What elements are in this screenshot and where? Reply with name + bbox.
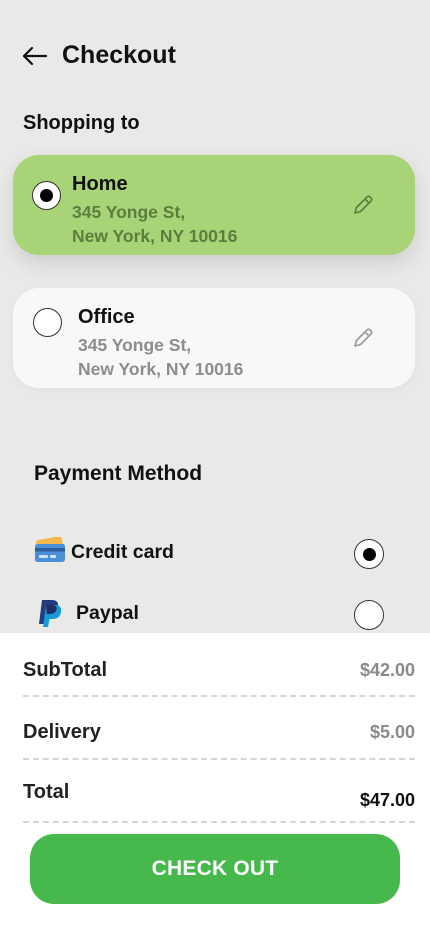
payment-option-credit-card[interactable]: Credit card: [34, 533, 384, 573]
address-name: Home: [72, 173, 128, 195]
address-card-office[interactable]: Office 345 Yonge St, New York, NY 10016: [13, 288, 415, 388]
address-line-1: 345 Yonge St,: [72, 202, 186, 222]
page-title: Checkout: [62, 41, 176, 69]
address-card-home[interactable]: Home 345 Yonge St, New York, NY 10016: [13, 155, 415, 255]
credit-card-icon: [34, 536, 68, 565]
total-value: $47.00: [359, 790, 415, 810]
address-name: Office: [78, 306, 135, 328]
pencil-icon[interactable]: [350, 192, 376, 218]
payment-section-title: Payment Method: [34, 462, 203, 485]
subtotal-value: $42.00: [359, 660, 415, 680]
address-radio-selected[interactable]: [32, 181, 61, 210]
delivery-label: Delivery: [23, 721, 101, 743]
payment-option-paypal[interactable]: Paypal: [34, 594, 384, 634]
delivery-value: $5.00: [369, 722, 415, 742]
arrow-left-icon: [22, 46, 48, 66]
back-button[interactable]: [20, 42, 52, 70]
total-label: Total: [23, 781, 70, 803]
address-line-1: 345 Yonge St,: [78, 335, 192, 355]
address-line-2: New York, NY 10016: [78, 359, 244, 379]
subtotal-row: SubTotal $42.00: [23, 633, 415, 697]
payment-label: Paypal: [76, 602, 139, 624]
total-row: Total $47.00: [23, 759, 415, 823]
payment-label: Credit card: [71, 541, 174, 563]
pencil-icon[interactable]: [350, 325, 376, 351]
checkout-button[interactable]: CHECK OUT: [30, 834, 400, 904]
paypal-icon: [34, 598, 68, 627]
payment-radio-selected[interactable]: [354, 539, 384, 569]
payment-radio-unselected[interactable]: [354, 600, 384, 630]
address-radio-unselected[interactable]: [33, 308, 62, 337]
subtotal-label: SubTotal: [23, 659, 108, 681]
address-line-2: New York, NY 10016: [72, 226, 238, 246]
order-summary-panel: SubTotal $42.00 Delivery $5.00 Total $47…: [0, 633, 430, 932]
shipping-section-title: Shopping to: [23, 112, 140, 134]
delivery-row: Delivery $5.00: [23, 696, 415, 760]
